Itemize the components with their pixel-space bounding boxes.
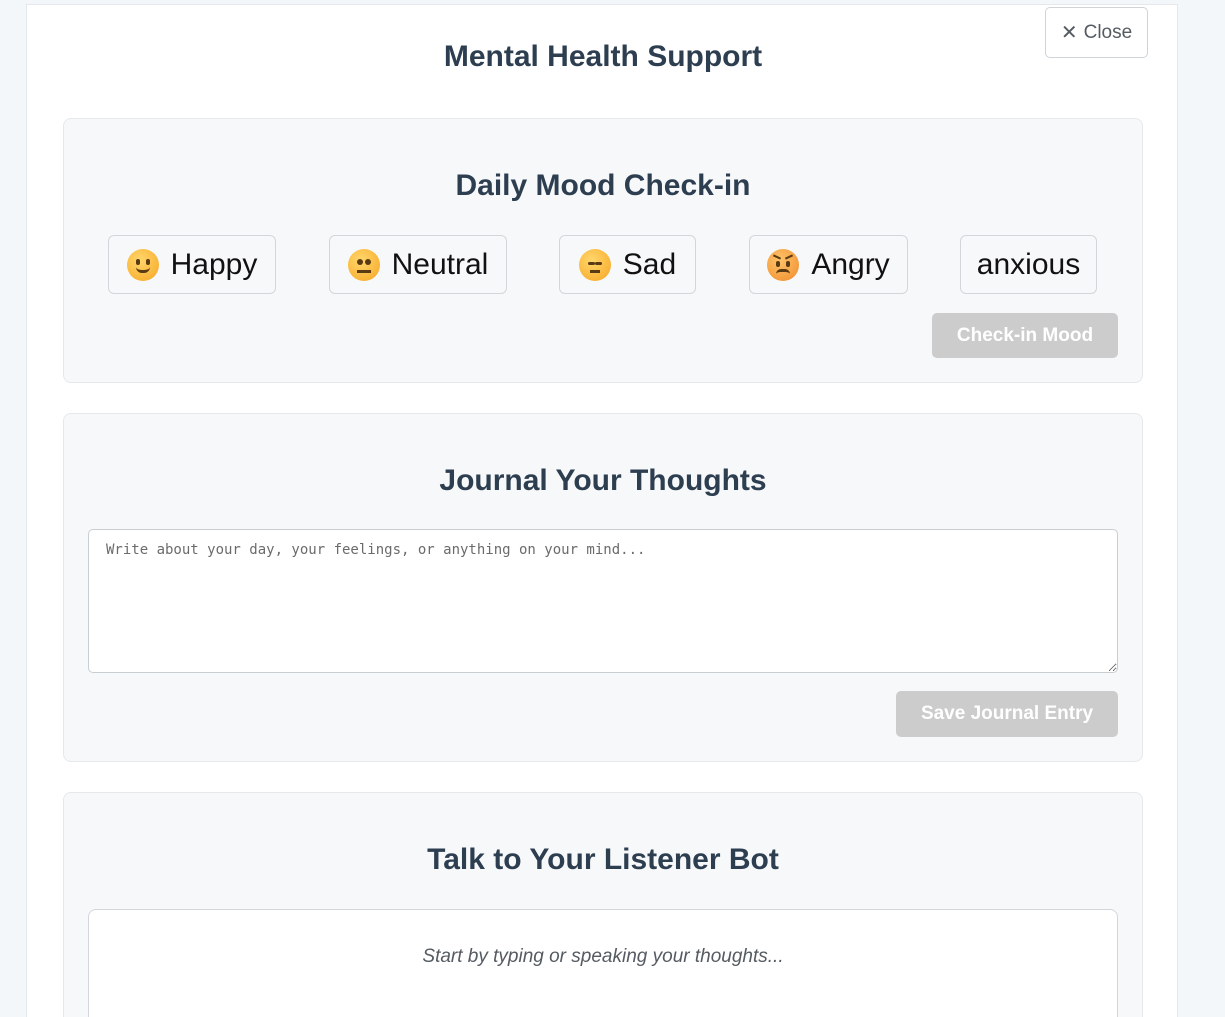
- mood-option-anxious[interactable]: anxious: [960, 235, 1097, 294]
- mood-option-neutral[interactable]: Neutral: [329, 235, 507, 294]
- pensive-face-icon: [578, 248, 611, 281]
- mood-heading: Daily Mood Check-in: [455, 169, 751, 202]
- neutral-face-icon: [347, 248, 380, 281]
- listener-bot-card: Talk to Your Listener Bot Start by typin…: [63, 792, 1143, 1017]
- mood-option-label: anxious: [976, 247, 1081, 281]
- mood-option-label: Sad: [622, 247, 677, 281]
- mood-option-angry[interactable]: Angry: [749, 235, 908, 294]
- journal-heading: Journal Your Thoughts: [439, 464, 767, 497]
- mood-checkin-card: Daily Mood Check-in Happy Neutral Sad An…: [63, 118, 1143, 383]
- save-journal-button[interactable]: Save Journal Entry: [896, 691, 1118, 737]
- checkin-mood-button[interactable]: Check-in Mood: [932, 313, 1118, 358]
- mental-health-modal: ✕ Close Mental Health Support Daily Mood…: [26, 4, 1178, 1017]
- page-title: Mental Health Support: [443, 40, 763, 73]
- mood-option-label: Happy: [170, 247, 258, 281]
- smiling-face-icon: [126, 248, 159, 281]
- listener-heading: Talk to Your Listener Bot: [427, 843, 779, 876]
- journal-card: Journal Your Thoughts Save Journal Entry: [63, 413, 1143, 762]
- mood-option-happy[interactable]: Happy: [108, 235, 276, 294]
- journal-textarea[interactable]: [88, 529, 1118, 673]
- mood-option-label: Angry: [811, 247, 890, 281]
- mood-option-sad[interactable]: Sad: [559, 235, 696, 294]
- mood-option-label: Neutral: [391, 247, 489, 281]
- chat-placeholder-text: Start by typing or speaking your thought…: [422, 946, 784, 967]
- angry-face-icon: [767, 248, 800, 281]
- chat-window[interactable]: Start by typing or speaking your thought…: [88, 909, 1118, 1017]
